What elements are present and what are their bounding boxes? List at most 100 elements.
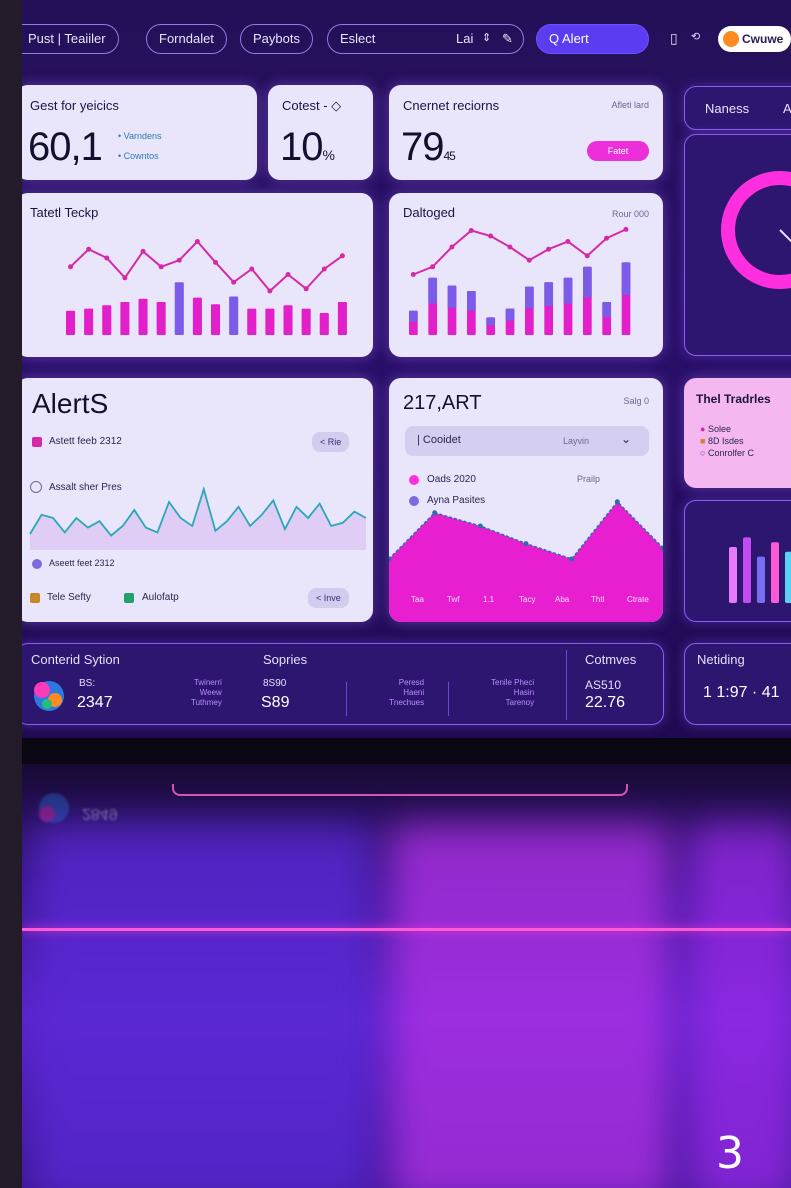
profile-button[interactable]: Cwuwe: [718, 26, 791, 52]
line-point: [86, 246, 92, 252]
line-point: [488, 233, 494, 239]
tab-past[interactable]: Pust | Teaiiler: [22, 24, 119, 54]
legend-varndens: • Varndens: [118, 131, 162, 141]
card-corner-label: Afleti lard: [611, 100, 649, 110]
floor-reflection: 2849: [22, 764, 791, 1188]
stat-label-1: Conterid Sytion: [31, 652, 120, 667]
bar: [771, 542, 779, 603]
card-traffic-bars: [684, 500, 791, 622]
bar: [301, 308, 311, 335]
bar-top: [467, 291, 476, 311]
left-edge: [0, 0, 22, 1188]
line-point: [523, 541, 529, 547]
line-point: [468, 228, 474, 233]
tab-forndalet[interactable]: Forndalet: [146, 24, 227, 54]
globe-icon: [39, 793, 69, 823]
stat-label-2: Sopries: [263, 652, 308, 667]
stat-value-4: 1 1:97 · 41: [703, 684, 780, 701]
screen-bezel: [22, 738, 791, 764]
stat-value-1: 2347: [77, 694, 113, 711]
donut-needle: [779, 229, 791, 243]
card-names-tabs: Naness A: [684, 86, 791, 130]
reflected-value: 2849: [82, 805, 118, 822]
bar: [785, 551, 791, 603]
line-point: [68, 264, 74, 270]
series-line: [412, 228, 627, 276]
select-label: Eslect: [340, 31, 376, 46]
card-client-actions: Cnernet reciorns Afleti lard 7945 Fatet: [389, 85, 663, 180]
line-point: [623, 226, 629, 232]
bar-top: [621, 262, 631, 296]
action-button[interactable]: Fatet: [587, 141, 649, 161]
x-tick-label: Twf: [447, 595, 460, 604]
line-point: [231, 279, 237, 285]
line-point: [285, 272, 291, 277]
donut-chart: [721, 171, 791, 289]
legend-autofatp: Aulofatp: [142, 592, 179, 603]
settings-icon[interactable]: ⟲: [691, 30, 700, 43]
line-point: [339, 253, 345, 259]
stat-label-4: Netiding: [697, 652, 745, 667]
donut-ring: [721, 171, 791, 289]
bar: [757, 556, 765, 603]
bar: [743, 537, 751, 603]
line-point: [584, 253, 590, 259]
bar-top: [428, 277, 438, 304]
stat-value-2: S89: [261, 694, 290, 711]
line-point: [194, 239, 200, 244]
bar: [66, 310, 76, 335]
x-tick-label: Taa: [411, 595, 424, 604]
tab-paybots[interactable]: Paybots: [240, 24, 313, 54]
page-number: 3: [716, 1128, 744, 1179]
line-point: [140, 248, 146, 254]
bar: [265, 308, 275, 335]
legend-tele-sefty: Tele Sefty: [47, 592, 91, 603]
bar: [192, 297, 202, 335]
line-point: [569, 556, 575, 562]
stat-small-2: 8S90: [263, 678, 287, 689]
line-point: [176, 257, 182, 263]
bar: [84, 308, 94, 335]
bar: [174, 282, 184, 335]
view-button[interactable]: < Inve: [308, 588, 349, 608]
x-tick-label: Aba: [555, 595, 570, 604]
traffic-item-2: ■ 8D Isdes: [700, 436, 744, 446]
glow-column: [390, 824, 670, 1188]
alert-item-3[interactable]: Aseett feet 2312: [49, 558, 115, 568]
book-icon[interactable]: ▯: [670, 30, 678, 47]
art-area-chart: Taa Twf 1.1 Tacy Aba Thtl Ctrate: [389, 499, 663, 622]
bar: [120, 302, 130, 335]
series-line: [69, 240, 343, 293]
legend-swatch: [30, 593, 40, 603]
top-nav: Pust | Teaiiler Forndalet Paybots Eslect…: [22, 22, 791, 56]
bar: [283, 305, 293, 335]
kpi-value: 7945: [401, 125, 456, 169]
line-point: [410, 272, 416, 277]
tab-a[interactable]: A: [783, 101, 791, 116]
kpi-value: 10%: [280, 125, 335, 169]
neon-line: [22, 928, 791, 931]
reflected-outline: [172, 784, 628, 796]
card-get-for-petics: Gest for yeicics 60,1 • Varndens • Cownt…: [22, 85, 257, 180]
x-tick-label: Ctrate: [627, 595, 649, 604]
alerts-line-chart: [29, 486, 367, 550]
line-point: [249, 266, 255, 272]
stat-small-1: BS:: [79, 678, 96, 689]
bar: [337, 302, 347, 335]
series-area: [30, 489, 366, 550]
card-alerts: AlertS Astett feeb 2312 < Rie Assalt she…: [22, 378, 373, 622]
x-tick-label: 1.1: [483, 595, 495, 604]
circle-icon: - ◇: [323, 98, 342, 113]
tab-names[interactable]: Naness: [705, 101, 749, 116]
line-point: [432, 510, 438, 516]
stat-small-3: AS510: [585, 678, 622, 692]
search-alert-button[interactable]: Q Alert: [536, 24, 649, 54]
edit-icon: ✎: [502, 31, 513, 46]
bar-top: [602, 302, 612, 317]
bar-top: [544, 282, 554, 306]
bar: [102, 305, 112, 335]
select-dropdown[interactable]: Eslect Lai ⇕ ✎: [327, 24, 524, 54]
card-contest: Cotest - ◇ 10%: [268, 85, 373, 180]
traffic-item-3: ○ Conrolfer C: [700, 448, 754, 458]
avatar-icon: [723, 31, 739, 47]
